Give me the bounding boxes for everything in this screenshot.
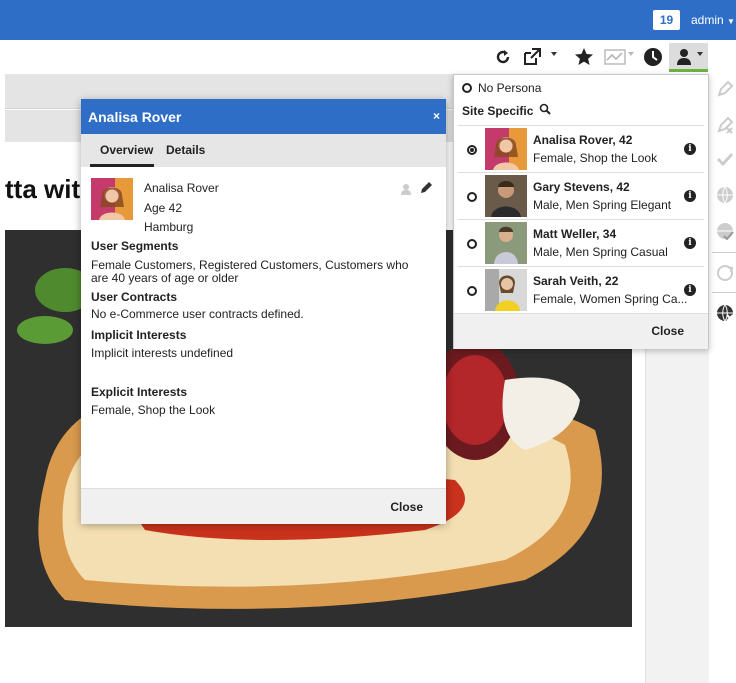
radio-button[interactable] [467,192,477,202]
persona-name: Matt Weller, 34 [533,227,617,241]
tab-details[interactable]: Details [166,143,205,157]
persona-item[interactable]: Analisa Rover, 42 Female, Shop the Look … [458,125,704,173]
persona-item[interactable]: Gary Stevens, 42 Male, Men Spring Elegan… [458,172,704,220]
dialog-title: Analisa Rover [88,109,182,125]
persona-description: Female, Shop the Look [533,151,658,165]
info-icon[interactable]: i [684,190,696,202]
dialog-tools [400,181,433,198]
star-icon[interactable] [573,46,595,68]
persona-description: Male, Men Spring Elegant [533,198,672,212]
persona-item[interactable]: Sarah Veith, 22 Female, Women Spring Ca.… [458,266,704,314]
close-icon[interactable]: × [433,109,440,123]
contracts-text: No e-Commerce user contracts defined. [91,307,304,321]
persona-icon[interactable] [675,46,693,68]
globe-check-icon[interactable] [716,222,734,241]
dropdown-close-button[interactable]: Close [651,324,684,338]
persona-city: Hamburg [144,220,194,234]
persona-description: Female, Women Spring Ca... [533,292,688,306]
dialog-header: Analisa Rover × [81,99,446,134]
persona-description: Male, Men Spring Casual [533,245,668,259]
open-external-icon[interactable] [521,46,543,68]
dropdown-footer: Close [454,313,708,349]
globe-icon[interactable] [716,186,734,204]
preview-chart-icon[interactable] [603,46,627,68]
site-specific-header: Site Specific [462,103,552,118]
tab-overview[interactable]: Overview [100,143,153,157]
dialog-close-button[interactable]: Close [390,500,423,514]
dialog-footer: Close [81,488,446,524]
toolbar [0,40,736,74]
clock-icon[interactable] [642,46,664,68]
no-persona-label: No Persona [478,81,542,95]
persona-name: Analisa Rover [144,181,219,195]
check-icon[interactable] [716,150,734,168]
chevron-down-icon[interactable] [628,52,634,56]
persona-dropdown: No Persona Site Specific Analisa Rover, … [453,74,709,349]
avatar [91,178,133,220]
persona-avatar [485,269,527,311]
persona-item[interactable]: Matt Weller, 34 Male, Men Spring Casual … [458,219,704,267]
globe-delete-icon[interactable] [716,304,734,322]
implicit-text: Implicit interests undefined [91,346,234,360]
explicit-text: Female, Shop the Look [91,403,216,417]
user-menu-label: admin [691,13,724,27]
site-specific-label: Site Specific [462,103,534,118]
divider [712,252,736,253]
chevron-down-icon[interactable] [697,52,703,56]
info-icon[interactable]: i [684,143,696,155]
explicit-heading: Explicit Interests [91,385,188,399]
persona-dialog: Analisa Rover × Overview Details Analisa… [81,99,446,524]
implicit-heading: Implicit Interests [91,328,187,342]
contracts-heading: User Contracts [91,290,178,304]
search-icon[interactable] [539,103,552,118]
persona-avatar [485,222,527,264]
approve-icon[interactable] [716,80,734,98]
page-headline: tta wit [5,174,81,204]
user-menu[interactable]: admin ▼ [691,13,735,27]
active-tab-indicator [90,164,154,167]
dialog-tabs: Overview Details [81,134,446,167]
radio-button[interactable] [467,145,477,155]
user-icon[interactable] [400,184,415,198]
top-bar: 19 admin ▼ [0,0,736,40]
no-persona-option[interactable]: No Persona [462,81,541,95]
radio-button[interactable] [462,83,472,93]
notification-badge[interactable]: 19 [653,10,680,30]
persona-avatar [485,175,527,217]
divider [712,292,736,293]
chevron-down-icon: ▼ [727,17,735,26]
persona-name: Analisa Rover, 42 [533,133,633,147]
side-toolbar [712,74,736,354]
radio-button[interactable] [467,286,477,296]
persona-name: Gary Stevens, 42 [533,180,630,194]
segments-text: Female Customers, Registered Customers, … [91,258,409,285]
globe-refresh-icon[interactable] [716,264,734,282]
persona-avatar [485,128,527,170]
info-icon[interactable]: i [684,237,696,249]
persona-age: Age 42 [144,201,183,215]
info-icon[interactable]: i [684,284,696,296]
persona-name: Sarah Veith, 22 [533,274,619,288]
refresh-icon[interactable] [493,46,513,68]
radio-button[interactable] [467,239,477,249]
pencil-icon[interactable] [419,182,433,198]
edit-reject-icon[interactable] [716,116,734,134]
chevron-down-icon[interactable] [551,52,557,56]
segments-heading: User Segments [91,239,179,253]
